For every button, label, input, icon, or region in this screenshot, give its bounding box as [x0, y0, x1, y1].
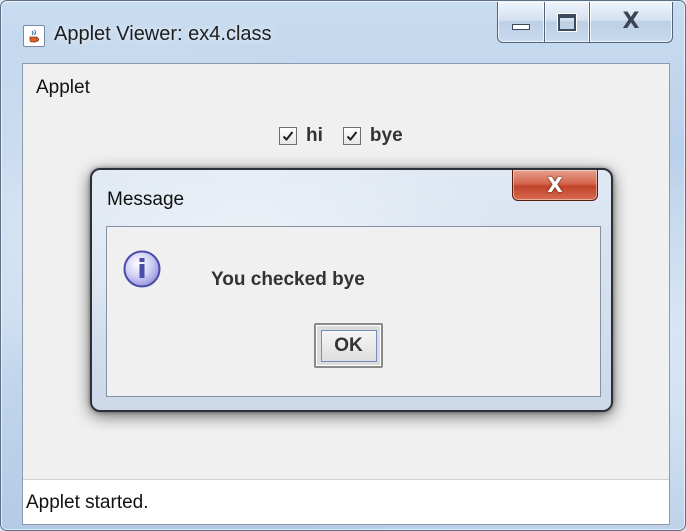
checkbox-bye[interactable]: bye — [342, 125, 403, 147]
dialog-body: You checked bye OK — [106, 226, 601, 397]
ok-button-label: OK — [320, 329, 377, 362]
check-icon — [346, 131, 358, 141]
java-cup-icon[interactable] — [23, 25, 45, 47]
dialog-close-button[interactable]: X — [512, 170, 598, 201]
status-bar: Applet started. — [23, 479, 669, 524]
checkbox-group: hi bye — [279, 125, 423, 147]
minimize-button[interactable] — [497, 2, 545, 43]
checkbox-hi-label[interactable]: hi — [306, 125, 323, 147]
info-icon — [123, 250, 161, 288]
ok-button[interactable]: OK — [314, 323, 383, 368]
window-title: Applet Viewer: ex4.class — [54, 23, 272, 45]
applet-menu-label[interactable]: Applet — [36, 77, 90, 99]
checkbox-hi[interactable]: hi — [279, 125, 323, 147]
checkbox-bye-label[interactable]: bye — [370, 125, 403, 147]
message-dialog: Message X You checked bye OK — [90, 168, 613, 412]
window-titlebar[interactable]: Applet Viewer: ex4.class X — [1, 1, 685, 57]
caption-buttons: X — [497, 2, 673, 44]
maximize-button[interactable] — [545, 2, 590, 43]
checkbox-bye-box[interactable] — [342, 127, 361, 145]
check-icon — [282, 131, 294, 141]
checkbox-hi-box[interactable] — [279, 127, 297, 145]
dialog-message: You checked bye — [211, 269, 365, 290]
status-text: Applet started. — [26, 492, 149, 513]
close-button[interactable]: X — [590, 2, 673, 43]
dialog-title: Message — [107, 189, 185, 210]
maximize-icon — [558, 13, 576, 31]
close-icon: X — [622, 9, 640, 34]
minimize-icon — [512, 24, 530, 30]
close-icon: X — [547, 173, 563, 197]
